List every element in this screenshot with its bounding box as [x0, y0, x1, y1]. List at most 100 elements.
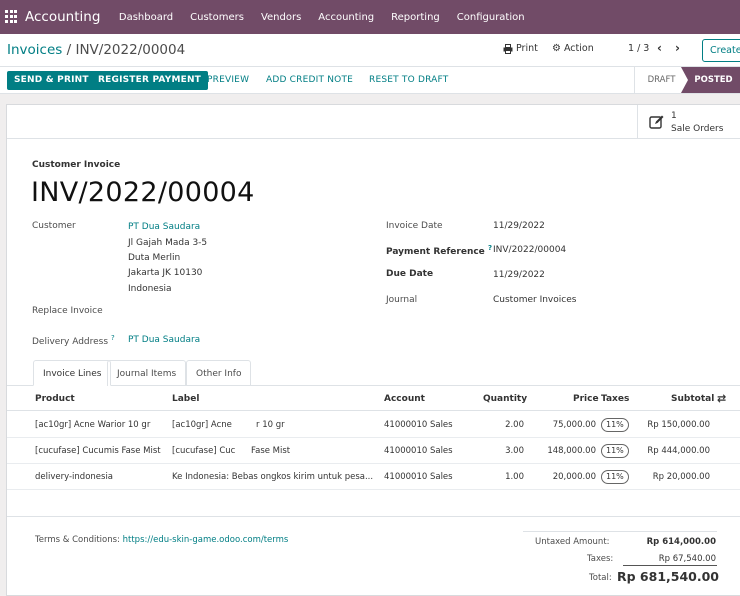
help-tooltip[interactable]: ?: [111, 334, 115, 342]
register-payment-button[interactable]: REGISTER PAYMENT: [91, 71, 209, 90]
row-quantity: 2.00: [505, 420, 524, 430]
row-account: 41000010 Sales: [384, 472, 453, 482]
print-button[interactable]: Print: [503, 43, 538, 54]
sale-orders-count: 1: [671, 111, 677, 121]
terms-link[interactable]: https://edu-skin-game.odoo.com/terms: [123, 535, 289, 545]
row-price: 148,000.00: [547, 446, 596, 456]
menu-customers[interactable]: Customers: [190, 12, 244, 23]
row-quantity: 1.00: [505, 472, 524, 482]
document-name: INV/2022/00004: [31, 177, 255, 208]
row-label-tail: Fase Mist: [251, 446, 291, 456]
replace-invoice-label: Replace Invoice: [32, 306, 103, 316]
sale-orders-label: Sale Orders: [671, 124, 724, 134]
table-row[interactable]: [ac10gr] Acne Warior 10 gr [ac10gr] Acne…: [7, 412, 740, 438]
untaxed-label: Untaxed Amount:: [535, 537, 610, 547]
taxes-amount: Rp 67,540.00: [658, 554, 716, 564]
row-price: 75,000.00: [552, 420, 596, 430]
payment-reference-label: Payment Reference ?: [386, 244, 492, 257]
row-product: [ac10gr] Acne Warior 10 gr: [35, 420, 151, 430]
row-subtotal: Rp 444,000.00: [647, 446, 710, 456]
help-tooltip[interactable]: ?: [488, 244, 492, 252]
due-date[interactable]: 11/29/2022: [493, 270, 545, 280]
chevron-left-icon[interactable]: ‹: [657, 41, 662, 55]
invoice-date[interactable]: 11/29/2022: [493, 221, 545, 231]
row-label: [cucufase] Cuc: [172, 446, 236, 456]
apps-grid-icon[interactable]: [5, 10, 19, 24]
stage-posted[interactable]: POSTED: [681, 67, 740, 93]
preview-button[interactable]: PREVIEW: [207, 75, 249, 85]
total-label: Total:: [589, 573, 612, 583]
due-date-label: Due Date: [386, 269, 434, 279]
tax-badge: 11%: [601, 470, 629, 484]
tax-badge: 11%: [601, 418, 629, 432]
col-quantity[interactable]: Quantity: [483, 394, 527, 404]
payment-reference[interactable]: INV/2022/00004: [493, 245, 566, 255]
col-label[interactable]: Label: [172, 394, 199, 404]
address-line: Jakarta JK 10130: [128, 268, 203, 278]
print-label: Print: [516, 43, 538, 54]
form-sheet: 1 Sale Orders Customer Invoice INV/2022/…: [6, 104, 740, 596]
row-label: Ke Indonesia: Bebas ongkos kirim untuk p…: [172, 472, 374, 482]
pager-value[interactable]: 1 / 3: [628, 43, 649, 54]
action-label: Action: [563, 43, 594, 54]
address-line: Duta Merlin: [128, 253, 181, 263]
stage-draft[interactable]: DRAFT: [634, 67, 688, 93]
tab-other-info[interactable]: Other Info: [186, 360, 252, 386]
column-settings-icon[interactable]: ⇄: [717, 392, 726, 405]
delivery-address[interactable]: PT Dua Saudara: [128, 335, 200, 345]
customer-name[interactable]: PT Dua Saudara: [128, 222, 200, 232]
address-line: Indonesia: [128, 284, 172, 294]
add-credit-note-button[interactable]: ADD CREDIT NOTE: [266, 75, 353, 85]
col-subtotal[interactable]: Subtotal: [671, 394, 714, 404]
breadcrumb-invoices[interactable]: Invoices: [7, 42, 62, 58]
create-button[interactable]: Create: [702, 39, 740, 62]
table-row[interactable]: delivery-indonesia Ke Indonesia: Bebas o…: [7, 464, 740, 490]
menu-accounting[interactable]: Accounting: [318, 12, 374, 23]
gear-icon: ⚙: [552, 43, 561, 54]
col-account[interactable]: Account: [384, 394, 425, 404]
tab-journal-items[interactable]: Journal Items: [107, 360, 187, 386]
menu-vendors[interactable]: Vendors: [261, 12, 301, 23]
row-label: [ac10gr] Acne: [172, 420, 232, 430]
row-account: 41000010 Sales: [384, 446, 453, 456]
col-taxes[interactable]: Taxes: [601, 394, 629, 404]
customer-label: Customer: [32, 221, 76, 231]
total-amount: Rp 681,540.00: [617, 569, 720, 584]
delivery-address-label: Delivery Address ?: [32, 334, 115, 347]
edit-icon: [649, 115, 664, 129]
sale-orders-smart-button[interactable]: 1 Sale Orders: [637, 105, 740, 139]
row-product: [cucufase] Cucumis Fase Mist: [35, 446, 161, 456]
button-box: 1 Sale Orders: [7, 105, 740, 139]
app-name[interactable]: Accounting: [25, 9, 100, 25]
terms-conditions: Terms & Conditions: https://edu-skin-gam…: [35, 535, 289, 545]
totals-divider: [523, 531, 717, 532]
row-subtotal: Rp 150,000.00: [647, 420, 710, 430]
untaxed-amount: Rp 614,000.00: [646, 537, 716, 547]
tax-badge: 11%: [601, 444, 629, 458]
action-button[interactable]: ⚙ Action: [552, 43, 594, 54]
menu-configuration[interactable]: Configuration: [457, 12, 525, 23]
reset-to-draft-button[interactable]: RESET TO DRAFT: [369, 75, 448, 85]
col-product[interactable]: Product: [35, 394, 75, 404]
row-product: delivery-indonesia: [35, 472, 114, 482]
send-print-button[interactable]: SEND & PRINT: [7, 71, 96, 90]
row-price: 20,000.00: [552, 472, 596, 482]
address-line: Jl Gajah Mada 3-5: [128, 238, 208, 248]
breadcrumb-current: INV/2022/00004: [75, 42, 186, 58]
table-header: Product Label Account Quantity Price Tax…: [7, 387, 740, 411]
journal[interactable]: Customer Invoices: [493, 295, 576, 305]
col-price[interactable]: Price: [573, 394, 599, 404]
menu-reporting[interactable]: Reporting: [391, 12, 440, 23]
menu-dashboard[interactable]: Dashboard: [119, 12, 173, 23]
breadcrumb-separator: /: [66, 42, 72, 58]
notebook-tabs: Invoice Lines Journal Items Other Info: [7, 360, 740, 386]
journal-label: Journal: [386, 295, 418, 305]
chevron-right-icon[interactable]: ›: [675, 41, 680, 55]
control-panel: Invoices / INV/2022/00004 Print ⚙ Action…: [0, 34, 740, 67]
table-row[interactable]: [cucufase] Cucumis Fase Mist [cucufase] …: [7, 438, 740, 464]
row-label-tail: r 10 gr: [256, 420, 285, 430]
top-navbar: Accounting Dashboard Customers Vendors A…: [0, 0, 740, 34]
tab-invoice-lines[interactable]: Invoice Lines: [33, 360, 112, 386]
status-bar: SEND & PRINT REGISTER PAYMENT PREVIEW AD…: [0, 67, 740, 94]
row-quantity: 3.00: [505, 446, 524, 456]
